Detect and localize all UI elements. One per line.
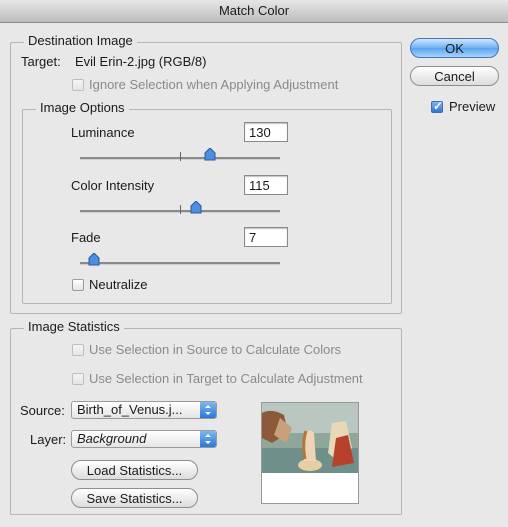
- target-label: Target:: [21, 54, 61, 69]
- fade-label: Fade: [71, 230, 101, 245]
- luminance-input[interactable]: 130: [244, 122, 288, 142]
- source-select-value: Birth_of_Venus.j...: [77, 402, 183, 417]
- fade-slider-thumb[interactable]: [88, 253, 100, 266]
- color-intensity-slider-thumb[interactable]: [190, 201, 202, 214]
- layer-select[interactable]: Background: [71, 430, 217, 448]
- image-options-legend: Image Options: [36, 100, 129, 115]
- use-selection-source-label: Use Selection in Source to Calculate Col…: [89, 342, 342, 357]
- luminance-label: Luminance: [71, 125, 135, 140]
- layer-select-value: Background: [77, 431, 147, 446]
- fade-input[interactable]: 7: [244, 227, 288, 247]
- destination-image-legend: Destination Image: [24, 33, 137, 48]
- use-selection-target-label: Use Selection in Target to Calculate Adj…: [89, 371, 363, 386]
- select-arrows-icon: [200, 402, 216, 418]
- load-statistics-button[interactable]: Load Statistics...: [71, 460, 198, 480]
- source-select[interactable]: Birth_of_Venus.j...: [71, 401, 217, 419]
- image-statistics-legend: Image Statistics: [24, 319, 124, 334]
- luminance-slider-midpoint: [180, 152, 181, 161]
- luminance-slider-thumb[interactable]: [204, 148, 216, 161]
- ok-button[interactable]: OK: [410, 38, 499, 58]
- neutralize-label: Neutralize: [89, 277, 148, 292]
- use-selection-source-checkbox[interactable]: [72, 344, 84, 356]
- fade-slider-track[interactable]: [80, 262, 280, 265]
- source-label: Source:: [20, 403, 65, 418]
- source-thumbnail-image: [262, 403, 358, 503]
- preview-label: Preview: [449, 99, 496, 114]
- ignore-selection-checkbox[interactable]: [72, 79, 84, 91]
- use-selection-target-checkbox[interactable]: [72, 373, 84, 385]
- target-value: Evil Erin-2.jpg (RGB/8): [75, 54, 207, 69]
- neutralize-checkbox[interactable]: [72, 279, 84, 291]
- select-arrows-icon: [200, 431, 216, 447]
- save-statistics-button[interactable]: Save Statistics...: [71, 488, 198, 508]
- color-intensity-label: Color Intensity: [71, 178, 155, 193]
- cancel-button[interactable]: Cancel: [410, 66, 499, 86]
- ignore-selection-label: Ignore Selection when Applying Adjustmen…: [89, 77, 339, 92]
- window-title: Match Color: [0, 0, 508, 23]
- preview-checkbox[interactable]: [431, 99, 443, 113]
- color-intensity-slider-midpoint: [180, 205, 181, 214]
- color-intensity-input[interactable]: 115: [244, 175, 288, 195]
- layer-label: Layer:: [30, 432, 67, 447]
- source-thumbnail: [261, 402, 359, 504]
